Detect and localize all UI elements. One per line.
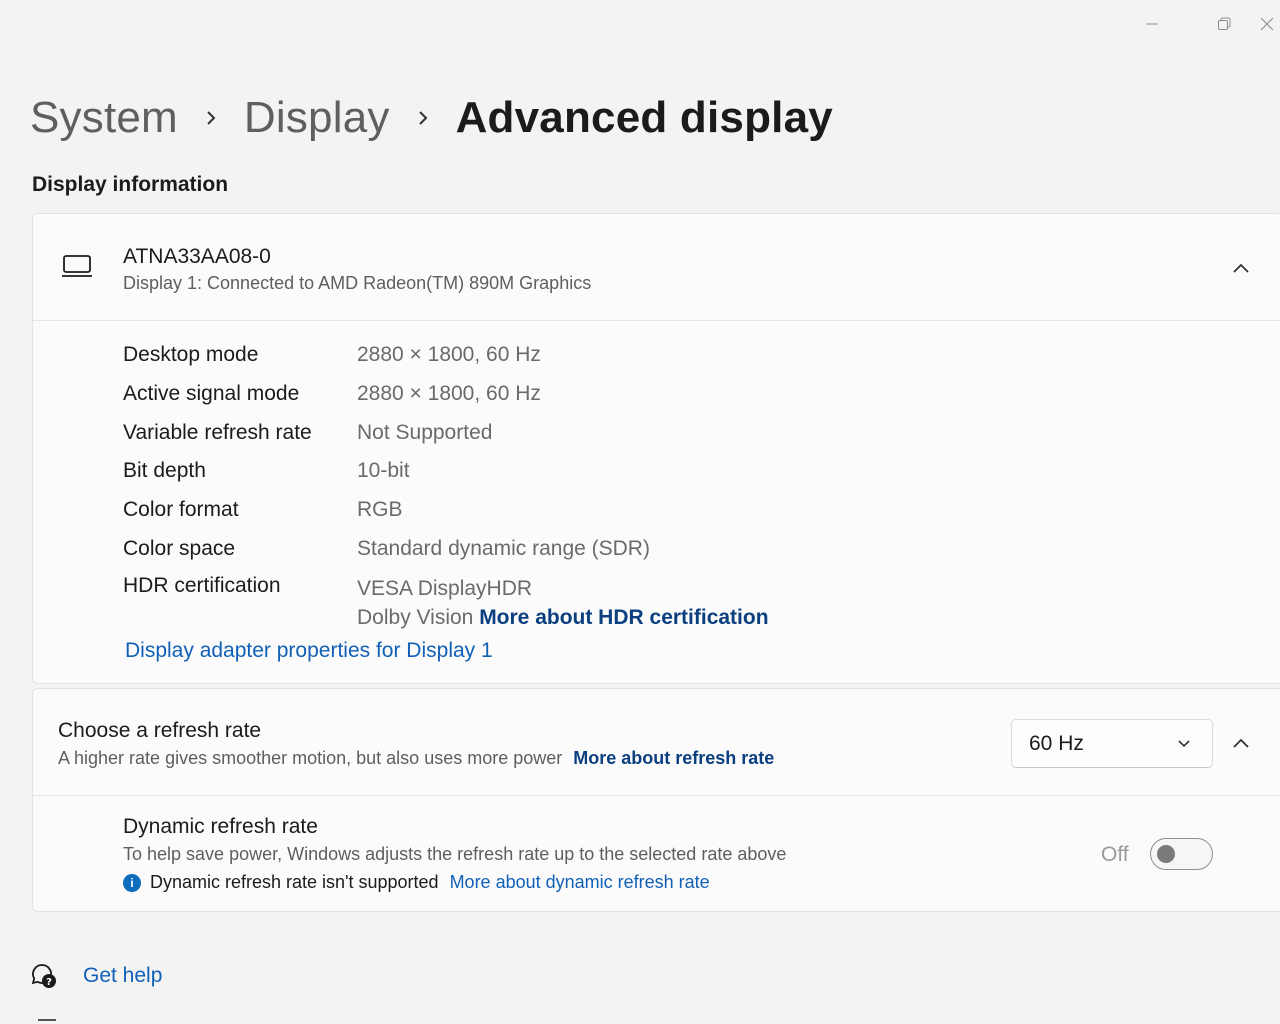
dynamic-refresh-rate-toggle[interactable] xyxy=(1150,838,1213,870)
chevron-right-icon xyxy=(390,108,456,128)
device-name: ATNA33AA08-0 xyxy=(123,245,271,268)
hdr-value-dolby: Dolby Vision More about HDR certificatio… xyxy=(357,603,769,632)
info-label: Variable refresh rate xyxy=(123,420,312,444)
info-row-desktop-mode: Desktop mode 2880 × 1800, 60 Hz xyxy=(123,336,769,375)
refresh-rate-selected: 60 Hz xyxy=(1029,731,1084,755)
chevron-up-icon[interactable] xyxy=(1229,256,1253,280)
title-bar-controls xyxy=(1116,0,1280,48)
settings-window: System Display Advanced display Display … xyxy=(0,0,1280,1024)
restore-icon xyxy=(1218,17,1231,30)
info-row-color-space: Color space Standard dynamic range (SDR) xyxy=(123,529,769,568)
laptop-icon xyxy=(61,254,93,285)
dynamic-refresh-rate-subtitle: To help save power, Windows adjusts the … xyxy=(123,844,787,864)
hdr-value-vesa: VESA DisplayHDR xyxy=(357,577,533,601)
toggle-knob xyxy=(1157,845,1175,863)
breadcrumb-display[interactable]: Display xyxy=(244,93,390,143)
chevron-right-icon xyxy=(178,108,244,128)
section-title-display-information: Display information xyxy=(32,173,229,196)
more-about-hdr-link[interactable]: More about HDR certification xyxy=(479,606,768,629)
info-icon: i xyxy=(123,873,141,892)
close-button[interactable] xyxy=(1260,0,1280,48)
info-row-hdr-certification: HDR certification VESA DisplayHDR Dolby … xyxy=(123,568,769,632)
minimize-button[interactable] xyxy=(1116,0,1188,48)
info-value: 10-bit xyxy=(357,459,410,483)
info-row-active-signal-mode: Active signal mode 2880 × 1800, 60 Hz xyxy=(123,375,769,414)
breadcrumb: System Display Advanced display xyxy=(30,88,833,148)
info-row-color-format: Color format RGB xyxy=(123,491,769,530)
hdr-values: VESA DisplayHDR Dolby Vision More about … xyxy=(357,574,769,632)
refresh-rate-dropdown[interactable]: 60 Hz xyxy=(1011,719,1213,768)
info-value: 2880 × 1800, 60 Hz xyxy=(357,382,541,406)
info-label: Active signal mode xyxy=(123,382,300,406)
help-chat-icon: ? xyxy=(30,962,58,990)
display-info-list: Desktop mode 2880 × 1800, 60 Hz Active s… xyxy=(123,336,769,632)
refresh-rate-card: Choose a refresh rate A higher rate give… xyxy=(32,688,1280,912)
info-label: Desktop mode xyxy=(123,343,259,367)
info-label: Color space xyxy=(123,536,236,560)
info-row-bit-depth: Bit depth 10-bit xyxy=(123,452,769,491)
info-value: RGB xyxy=(357,498,403,522)
info-label: Color format xyxy=(123,498,239,522)
display-info-header[interactable]: ATNA33AA08-0 Display 1: Connected to AMD… xyxy=(33,214,1280,321)
info-row-variable-refresh-rate: Variable refresh rate Not Supported xyxy=(123,413,769,452)
refresh-rate-subtitle: A higher rate gives smoother motion, but… xyxy=(58,748,774,769)
info-value: 2880 × 1800, 60 Hz xyxy=(357,343,541,367)
dynamic-refresh-rate-note: i Dynamic refresh rate isn't supported M… xyxy=(123,872,710,893)
minimize-icon xyxy=(1146,23,1158,25)
breadcrumb-system[interactable]: System xyxy=(30,93,178,143)
refresh-rate-title: Choose a refresh rate xyxy=(58,719,262,742)
refresh-rate-description: A higher rate gives smoother motion, but… xyxy=(58,748,563,768)
display-adapter-properties-link[interactable]: Display adapter properties for Display 1 xyxy=(125,639,493,663)
display-info-card: ATNA33AA08-0 Display 1: Connected to AMD… xyxy=(32,213,1280,684)
toggle-state-label: Off xyxy=(1101,843,1129,866)
dynamic-refresh-rate-title: Dynamic refresh rate xyxy=(123,815,318,838)
page-title: Advanced display xyxy=(455,93,833,142)
more-about-dynamic-refresh-rate-link[interactable]: More about dynamic refresh rate xyxy=(450,872,710,893)
info-label: HDR certification xyxy=(123,574,281,598)
close-icon xyxy=(1260,17,1274,31)
more-about-refresh-rate-link[interactable]: More about refresh rate xyxy=(573,748,774,769)
get-help-label: Get help xyxy=(83,964,163,987)
chevron-up-icon[interactable] xyxy=(1229,731,1253,755)
info-value: Standard dynamic range (SDR) xyxy=(357,536,650,560)
dynamic-refresh-rate-note-text: Dynamic refresh rate isn't supported xyxy=(150,872,439,892)
next-item-stub xyxy=(38,1019,56,1021)
hdr-value-dolby-text: Dolby Vision xyxy=(357,606,474,630)
device-subtitle: Display 1: Connected to AMD Radeon(TM) 8… xyxy=(123,273,592,293)
refresh-rate-header: Choose a refresh rate A higher rate give… xyxy=(33,689,1280,796)
get-help[interactable]: ? Get help xyxy=(30,962,162,990)
restore-button[interactable] xyxy=(1188,0,1260,48)
svg-text:?: ? xyxy=(46,977,52,988)
chevron-down-icon xyxy=(1176,735,1192,756)
info-value: Not Supported xyxy=(357,420,493,444)
info-label: Bit depth xyxy=(123,459,206,483)
